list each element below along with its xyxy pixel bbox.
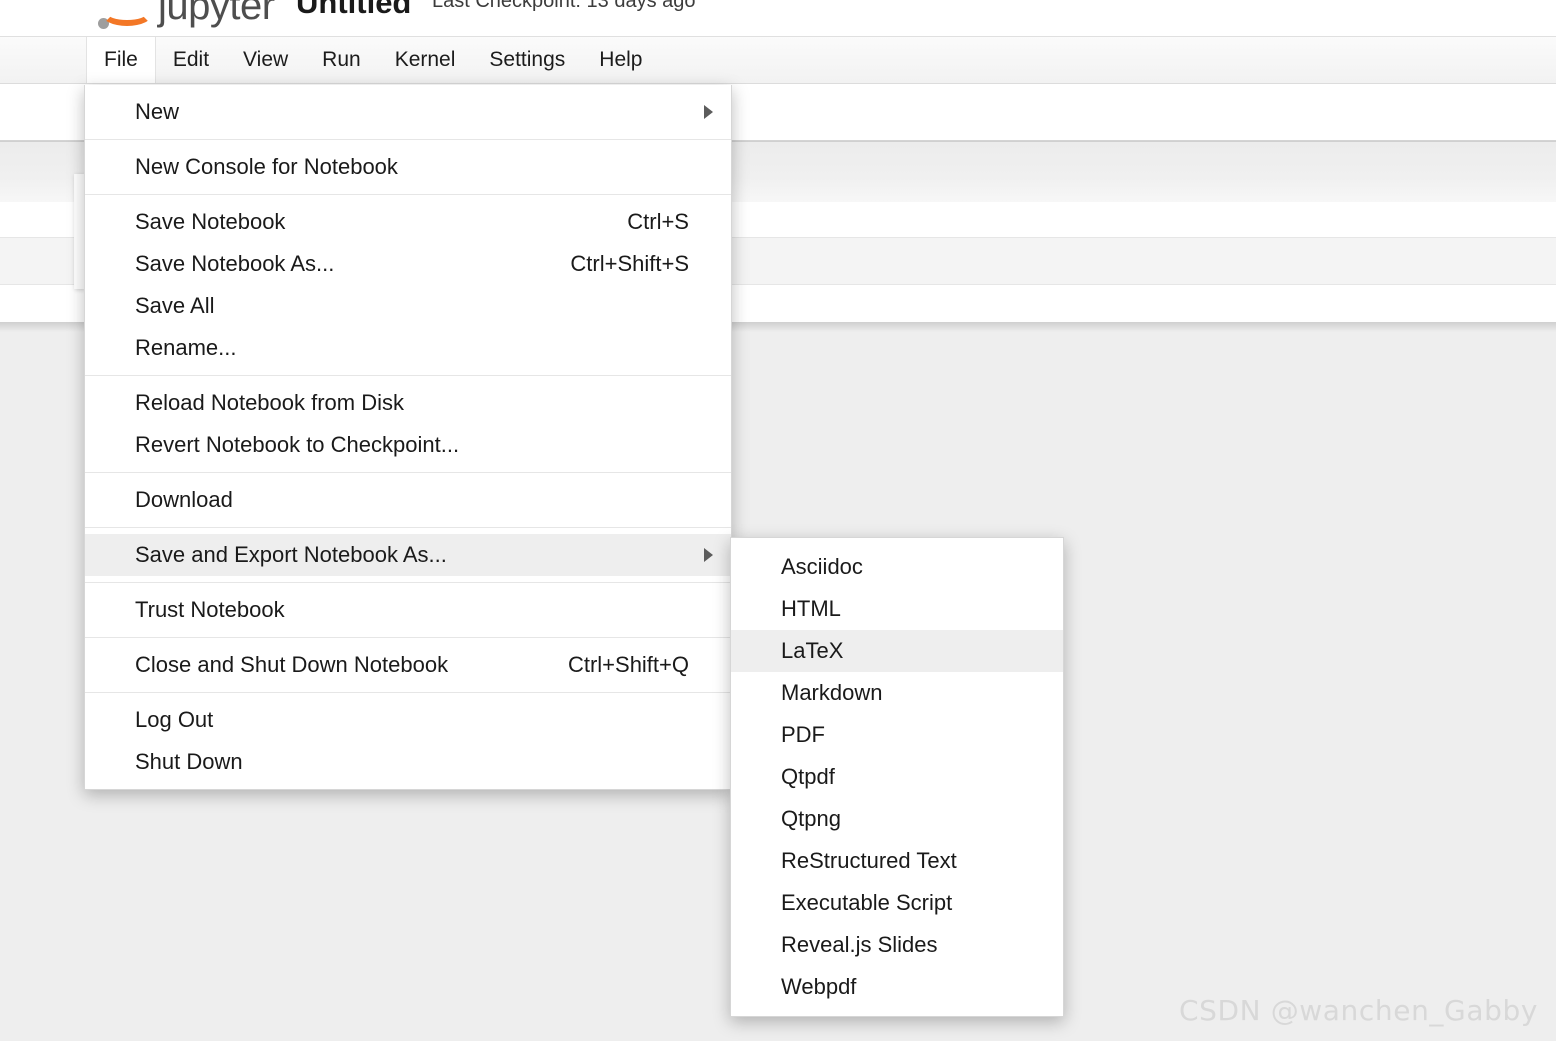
menu-separator: [85, 375, 731, 376]
export-item-pdf[interactable]: PDF: [731, 714, 1063, 756]
menu-item-label: Rename...: [135, 335, 237, 360]
jupyter-logo-icon[interactable]: [96, 0, 158, 36]
brand-name: jupyter: [158, 0, 275, 28]
export-submenu[interactable]: Asciidoc HTML LaTeX Markdown PDF Qtpdf Qtpng Re…: [730, 537, 1064, 1017]
menu-item-label: Save Notebook As...: [135, 251, 335, 276]
chevron-right-icon: [704, 548, 713, 562]
file-menu-item-download[interactable]: Download: [85, 479, 731, 521]
menu-separator: [85, 527, 731, 528]
menu-item-label: Log Out: [135, 707, 214, 732]
menu-bar-item-run[interactable]: Run: [305, 37, 378, 83]
menu-item-label: New: [135, 99, 180, 124]
file-menu-item-save-all[interactable]: Save All: [85, 285, 731, 327]
watermark-text: CSDN @wanchen_Gabby: [1178, 994, 1538, 1027]
export-item-asciidoc[interactable]: Asciidoc: [731, 546, 1063, 588]
file-menu-item-new-console-for-notebook[interactable]: New Console for Notebook: [85, 146, 731, 188]
file-menu-item-log-out[interactable]: Log Out: [85, 699, 731, 741]
file-menu-item-rename[interactable]: Rename...: [85, 327, 731, 369]
export-item-qtpdf[interactable]: Qtpdf: [731, 756, 1063, 798]
menu-item-shortcut: Ctrl+Shift+S: [570, 251, 689, 276]
menu-bar-item-help[interactable]: Help: [582, 37, 659, 83]
export-item-latex[interactable]: LaTeX: [731, 630, 1063, 672]
menu-bar-item-kernel[interactable]: Kernel: [378, 37, 473, 83]
menu-item-label: Reload Notebook from Disk: [135, 390, 405, 415]
menu-item-shortcut: Ctrl+Shift+Q: [567, 652, 689, 677]
app-header: jupyter Untitled Last Checkpoint: 13 day…: [0, 0, 1556, 37]
menu-bar-item-view[interactable]: View: [226, 37, 305, 83]
menu-item-shortcut: Ctrl+S: [627, 209, 689, 234]
menu-item-label: Close and Shut Down Notebook: [135, 652, 449, 677]
export-item-reveal-js-slides[interactable]: Reveal.js Slides: [731, 924, 1063, 966]
file-menu-item-trust-notebook[interactable]: Trust Notebook: [85, 589, 731, 631]
jupyterlab-window: jupyter Untitled Last Checkpoint: 13 day…: [0, 0, 1556, 1041]
export-item-restructured-text[interactable]: ReStructured Text: [731, 840, 1063, 882]
menu-separator: [85, 139, 731, 140]
export-item-html[interactable]: HTML: [731, 588, 1063, 630]
menu-item-label: Revert Notebook to Checkpoint...: [135, 432, 460, 457]
notebook-cell-input-prompt[interactable]: [74, 174, 84, 289]
menu-bar-item-file[interactable]: File: [86, 37, 156, 83]
menu-item-label: Save Notebook: [135, 209, 286, 234]
menu-separator: [85, 692, 731, 693]
menu-item-label: Shut Down: [135, 749, 243, 774]
file-menu-item-shut-down[interactable]: Shut Down: [85, 741, 731, 783]
export-item-markdown[interactable]: Markdown: [731, 672, 1063, 714]
export-item-qtpng[interactable]: Qtpng: [731, 798, 1063, 840]
menu-separator: [85, 637, 731, 638]
menu-separator: [85, 582, 731, 583]
menu-item-label: Save and Export Notebook As...: [135, 542, 447, 567]
menu-separator: [85, 472, 731, 473]
file-menu-item-save-and-export-notebook-as[interactable]: Save and Export Notebook As...: [85, 534, 731, 576]
menu-item-label: New Console for Notebook: [135, 154, 398, 179]
file-menu-item-save-notebook[interactable]: Save Notebook Ctrl+S: [85, 201, 731, 243]
file-menu-item-reload-notebook-from-disk[interactable]: Reload Notebook from Disk: [85, 382, 731, 424]
file-menu-item-new[interactable]: New: [85, 91, 731, 133]
menu-bar-item-settings[interactable]: Settings: [472, 37, 582, 83]
last-checkpoint-label: Last Checkpoint: 13 days ago: [432, 0, 696, 12]
file-menu-item-close-and-shut-down-notebook[interactable]: Close and Shut Down Notebook Ctrl+Shift+Q: [85, 644, 731, 686]
file-menu-item-save-notebook-as[interactable]: Save Notebook As... Ctrl+Shift+S: [85, 243, 731, 285]
export-item-webpdf[interactable]: Webpdf: [731, 966, 1063, 1008]
file-menu-dropdown[interactable]: New New Console for Notebook Save Notebook…: [84, 85, 732, 790]
menu-item-label: Trust Notebook: [135, 597, 285, 622]
document-title[interactable]: Untitled: [296, 0, 411, 21]
menu-separator: [85, 194, 731, 195]
file-menu-item-revert-notebook-to-checkpoint[interactable]: Revert Notebook to Checkpoint...: [85, 424, 731, 466]
menu-item-label: Save All: [135, 293, 215, 318]
menu-bar-items: File Edit View Run Kernel Settings Help: [0, 37, 1556, 83]
menu-bar-item-edit[interactable]: Edit: [156, 37, 226, 83]
menu-bar: File Edit View Run Kernel Settings Help: [0, 37, 1556, 84]
chevron-right-icon: [704, 105, 713, 119]
jupyter-logo-arc-bottom: [101, 0, 153, 26]
export-item-executable-script[interactable]: Executable Script: [731, 882, 1063, 924]
menu-item-label: Download: [135, 487, 233, 512]
